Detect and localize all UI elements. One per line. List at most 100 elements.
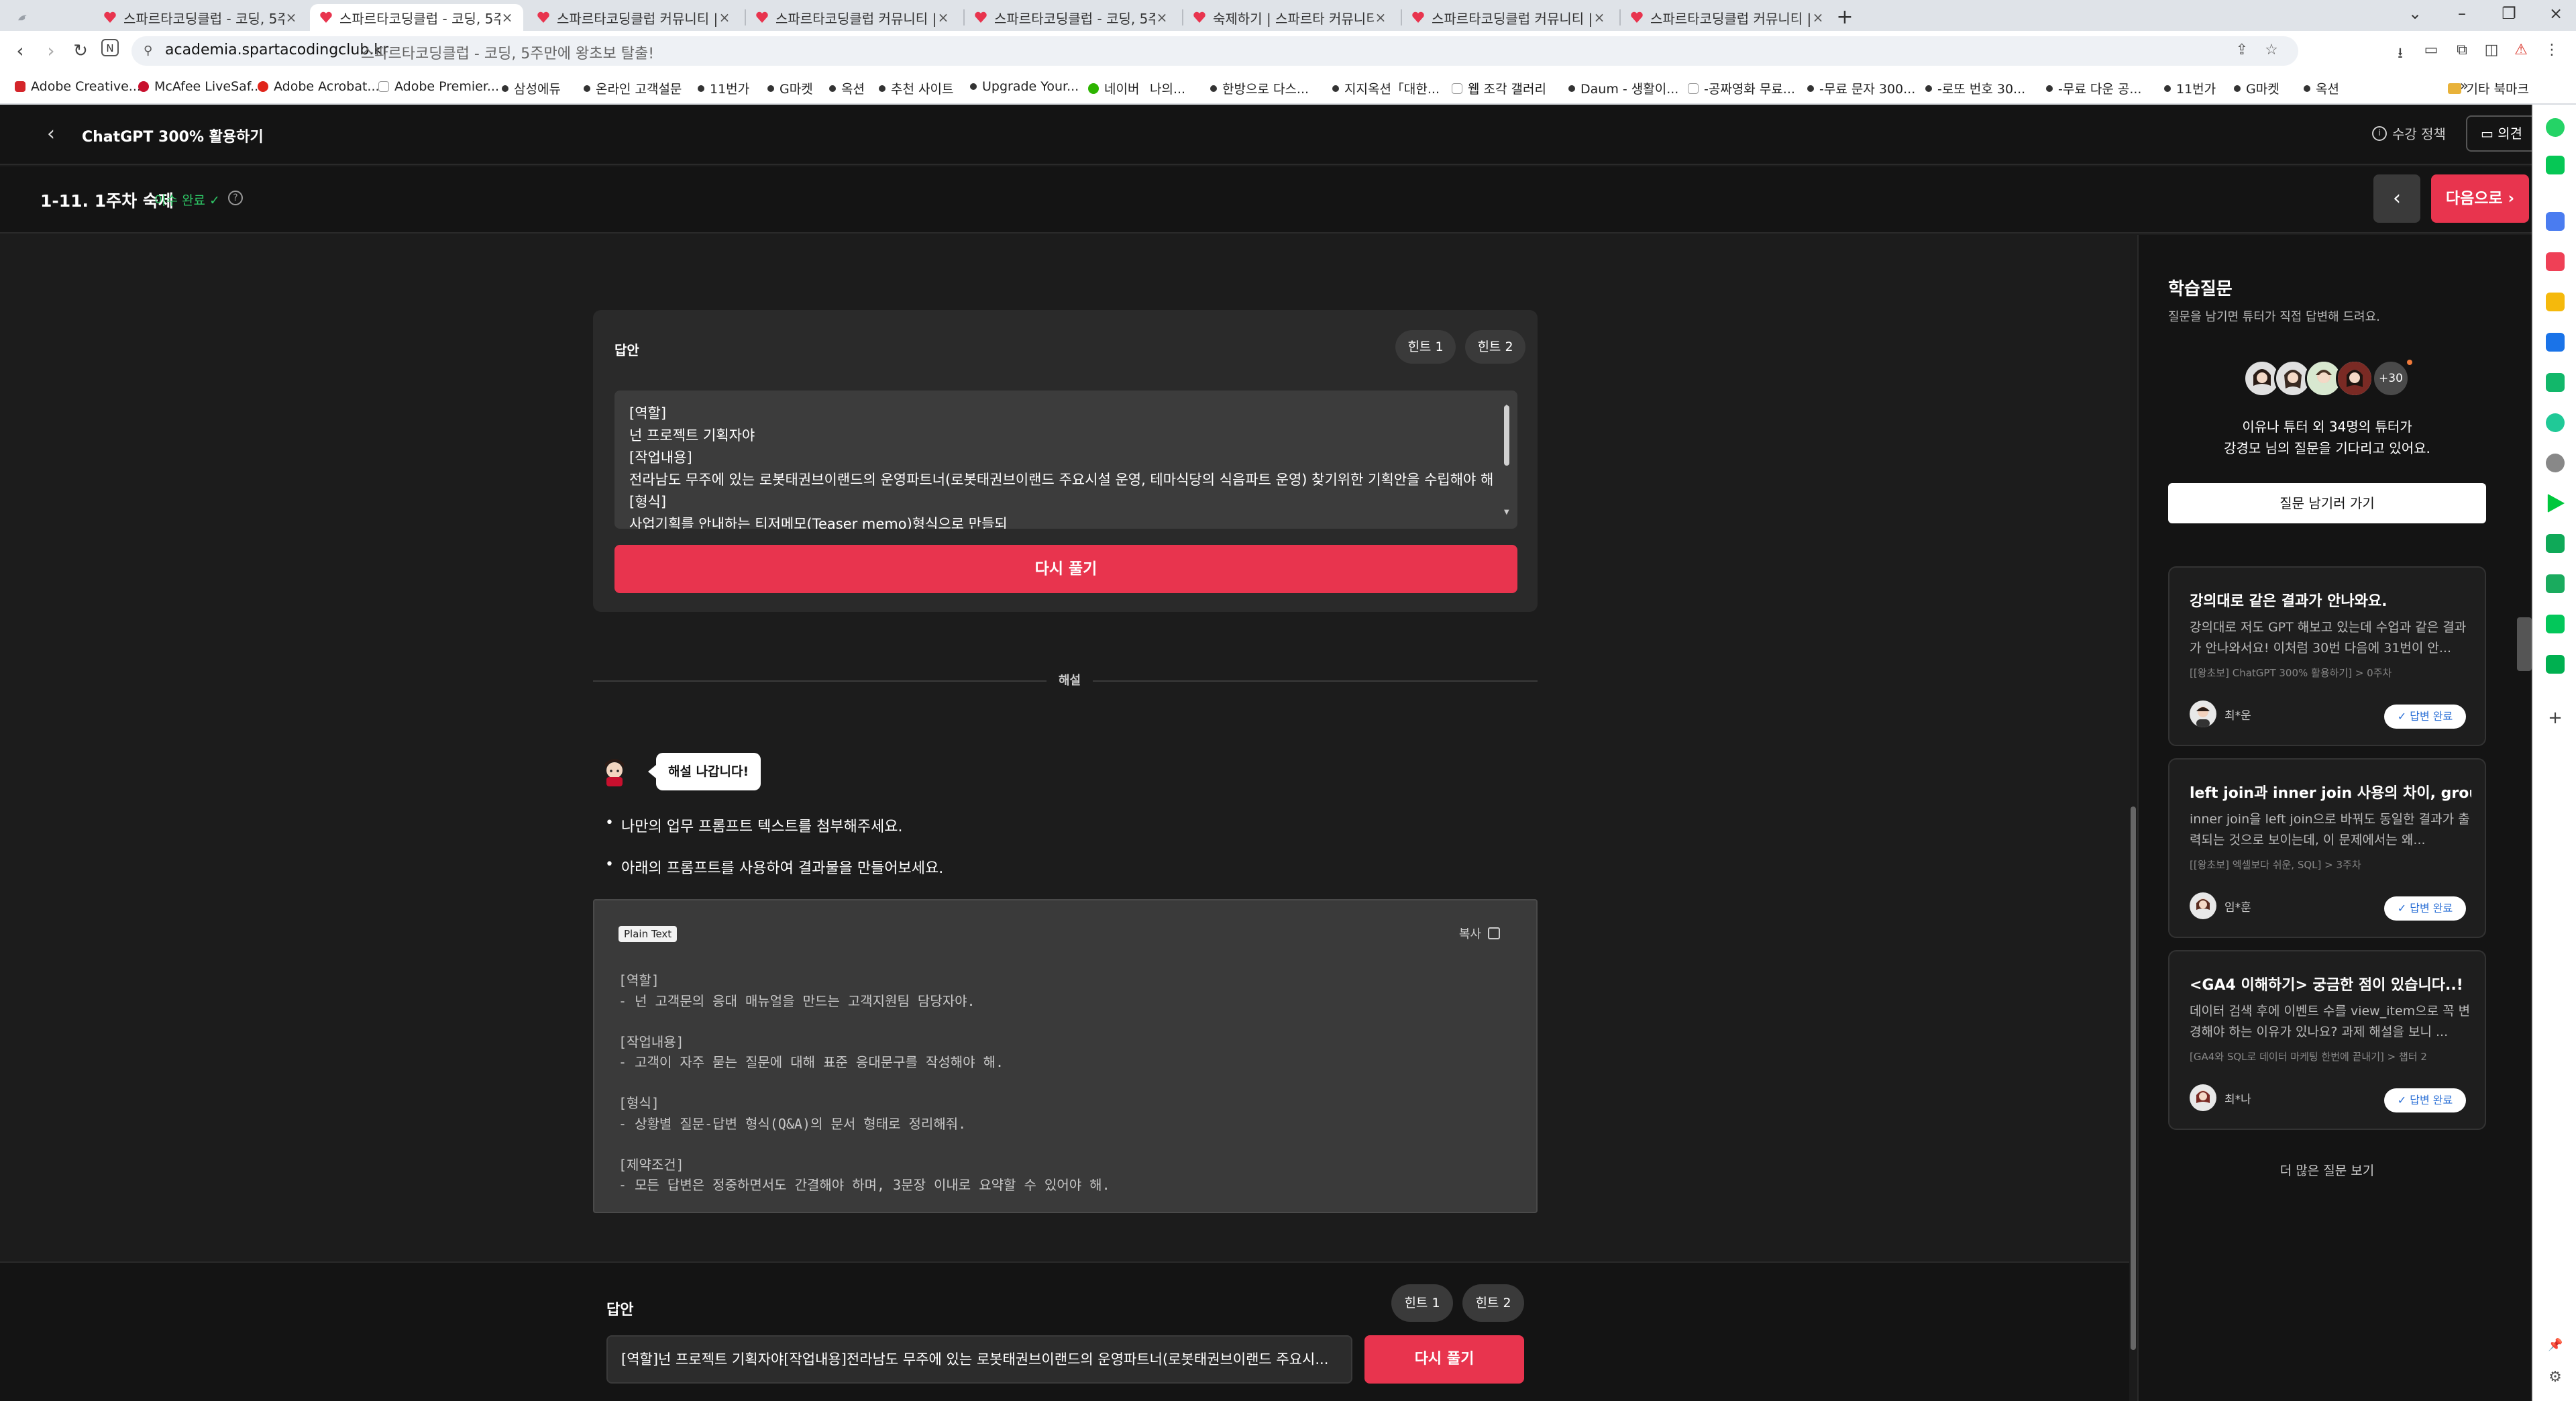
course-policy-link[interactable]: i 수강 정책: [2372, 123, 2446, 143]
bookmark-item[interactable]: 11번가: [698, 79, 749, 97]
main-scrollbar-thumb[interactable]: [2131, 807, 2136, 1350]
chart-app-icon[interactable]: [2546, 534, 2565, 553]
copy-button[interactable]: 복사: [1459, 925, 1500, 942]
refresh-app-icon[interactable]: [2546, 413, 2565, 432]
ask-question-button[interactable]: 질문 남기러 가기: [2168, 483, 2486, 523]
bookmark-item[interactable]: Daum - 생활이...: [1568, 79, 1678, 97]
bookmark-item[interactable]: -무료 문자 300...: [1807, 79, 1915, 97]
minimize-icon[interactable]: –: [2442, 0, 2482, 31]
tab-close-icon[interactable]: ×: [936, 9, 950, 25]
bottom-hint-1-button[interactable]: 힌트 1: [1391, 1284, 1453, 1322]
bookmark-item[interactable]: 나의...: [1150, 79, 1185, 97]
add-sidebar-app-icon[interactable]: +: [2546, 709, 2565, 727]
edge-app-icon[interactable]: [2546, 333, 2565, 352]
bookmark-item[interactable]: Adobe Acrobat...: [258, 79, 380, 94]
download-icon[interactable]: ⭳: [2391, 42, 2410, 62]
tab-5[interactable]: 스파르타코딩클럽 - 코딩, 5주만 ×: [965, 4, 1178, 31]
previous-button[interactable]: ‹: [2373, 174, 2420, 223]
alert-icon[interactable]: ⚠: [2512, 42, 2530, 60]
tab-3[interactable]: 스파르타코딩클럽 커뮤니티 | 스 ×: [527, 4, 741, 31]
bird-extension-icon[interactable]: [8, 4, 38, 31]
hint-1-button[interactable]: 힌트 1: [1395, 330, 1456, 364]
tab-close-icon[interactable]: ×: [1811, 9, 1825, 25]
bookmark-item[interactable]: Upgrade Your...: [970, 79, 1079, 94]
bookmark-star-icon[interactable]: ☆: [2262, 42, 2281, 60]
tab-close-icon[interactable]: ×: [718, 9, 731, 25]
tab-close-icon[interactable]: ×: [1593, 9, 1606, 25]
green-chat-app-icon[interactable]: [2546, 655, 2565, 674]
scroll-down-arrow-icon[interactable]: ▼: [1504, 501, 1509, 523]
tab-4[interactable]: 스파르타코딩클럽 커뮤니티 | 스 ×: [746, 4, 959, 31]
tab-close-icon[interactable]: ×: [500, 9, 514, 25]
bottom-answer-input[interactable]: [역할]넌 프로젝트 기획자야[작업내용]전라남도 무주에 있는 로봇태권브이랜…: [606, 1335, 1352, 1384]
tab-7[interactable]: 스파르타코딩클럽 커뮤니티 | 스 ×: [1402, 4, 1615, 31]
bookmark-item[interactable]: 네이버: [1088, 79, 1139, 97]
bookmark-item[interactable]: 웹 조각 갤러리: [1452, 79, 1546, 97]
retry-button[interactable]: 다시 풀기: [614, 545, 1517, 593]
store-app-icon[interactable]: [2546, 574, 2565, 593]
sidebar-settings-gear-icon[interactable]: ⚙: [2546, 1369, 2564, 1386]
tab-close-icon[interactable]: ×: [1374, 9, 1387, 25]
bookmark-item[interactable]: 지지옥션「대한...: [1332, 79, 1440, 97]
bookmark-item[interactable]: McAfee LiveSaf...: [138, 79, 262, 94]
tab-2-active[interactable]: 스파르타코딩클럽 - 코딩, 5주만 ×: [310, 4, 523, 31]
next-button[interactable]: 다음으로 ›: [2431, 174, 2529, 223]
site-info-icon[interactable]: ⚲: [144, 44, 158, 58]
line-messenger-icon[interactable]: [2546, 156, 2565, 174]
green-circle-app-icon[interactable]: [2546, 118, 2565, 137]
bookmark-item[interactable]: G마켓: [2234, 79, 2279, 97]
url-field[interactable]: ⚲ academia.spartacodingclub.kr 스파르타코딩클럽 …: [131, 36, 2298, 66]
pin-icon[interactable]: 📌: [2548, 1338, 2563, 1353]
naver-line-app-icon[interactable]: [2546, 615, 2565, 633]
opinion-button[interactable]: ▭ 의견: [2466, 115, 2540, 152]
bookmark-item[interactable]: 온라인 고객설문: [584, 79, 682, 97]
bookmark-item[interactable]: 한방으로 다스...: [1210, 79, 1309, 97]
pocket-app-icon[interactable]: [2546, 252, 2565, 271]
tab-search-chevron-icon[interactable]: ⌄: [2395, 0, 2435, 31]
media-icon[interactable]: ▭: [2422, 42, 2440, 60]
calendar-app-icon[interactable]: [2546, 212, 2565, 231]
tab-6[interactable]: 숙제하기 | 스파르타 커뮤니티 ×: [1183, 4, 1397, 31]
share-icon[interactable]: ⇪: [2233, 42, 2251, 60]
bookmark-item[interactable]: 옥션: [2304, 79, 2339, 97]
green-app-icon[interactable]: [2546, 373, 2565, 392]
bookmark-item[interactable]: Adobe Premier...: [378, 79, 499, 94]
reload-icon[interactable]: ↻: [68, 39, 93, 63]
tab-1[interactable]: 스파르타코딩클럽 - 코딩, 5주만 ×: [94, 4, 307, 31]
scrollbar-thumb[interactable]: [1504, 405, 1509, 466]
bookmark-item[interactable]: 삼성에듀: [502, 79, 561, 97]
hint-2-button[interactable]: 힌트 2: [1465, 330, 1525, 364]
panel-edge-handle[interactable]: [2517, 617, 2532, 671]
bookmark-item[interactable]: 추천 사이트: [879, 79, 953, 97]
bottom-retry-button[interactable]: 다시 풀기: [1364, 1335, 1524, 1384]
side-panel-icon[interactable]: ◫: [2482, 42, 2501, 60]
main-scrollbar[interactable]: [2129, 235, 2137, 1401]
answer-textarea[interactable]: [역할] 넌 프로젝트 기획자야 [작업내용] 전라남도 무주에 있는 로봇태권…: [614, 391, 1517, 529]
new-tab-plus-icon[interactable]: +: [1831, 4, 1858, 31]
bookmark-item[interactable]: 옥션: [829, 79, 865, 97]
bookmark-item[interactable]: G마켓: [767, 79, 813, 97]
n-extension-icon[interactable]: N: [98, 39, 122, 63]
tab-close-icon[interactable]: ×: [1155, 9, 1169, 25]
bottom-hint-2-button[interactable]: 힌트 2: [1462, 1284, 1524, 1322]
restore-icon[interactable]: ❐: [2489, 0, 2529, 31]
play-app-icon[interactable]: [2547, 494, 2565, 513]
bookmark-item[interactable]: -무료 다운 공...: [2046, 79, 2141, 97]
question-help-icon[interactable]: ?: [228, 191, 243, 205]
forward-arrow-icon[interactable]: ›: [39, 39, 63, 63]
back-arrow-icon[interactable]: ‹: [8, 39, 32, 63]
bookmark-item[interactable]: Adobe Creative...: [15, 79, 141, 94]
tab-close-icon[interactable]: ×: [284, 9, 298, 25]
bookmark-item[interactable]: 11번가: [2164, 79, 2216, 97]
menu-kebab-icon[interactable]: ⋮: [2542, 42, 2561, 60]
question-card[interactable]: 강의대로 같은 결과가 안나와요. 강의대로 저도 GPT 해보고 있는데 수업…: [2168, 566, 2486, 746]
extensions-icon[interactable]: ⧉: [2453, 42, 2471, 60]
more-questions-link[interactable]: 더 많은 질문 보기: [2168, 1161, 2486, 1179]
bookmark-item[interactable]: -공짜영화 무료...: [1688, 79, 1795, 97]
question-card[interactable]: left join과 inner join 사용의 차이, group... i…: [2168, 758, 2486, 938]
other-bookmarks-folder[interactable]: 기타 북마크: [2447, 79, 2529, 97]
bookmark-item[interactable]: -로또 번호 30...: [1925, 79, 2025, 97]
star-app-icon[interactable]: [2546, 293, 2565, 311]
textarea-scrollbar[interactable]: ▲ ▼: [1504, 396, 1509, 523]
question-card[interactable]: <GA4 이해하기> 궁금한 점이 있습니다..! 데이터 검색 후에 이벤트 …: [2168, 950, 2486, 1130]
